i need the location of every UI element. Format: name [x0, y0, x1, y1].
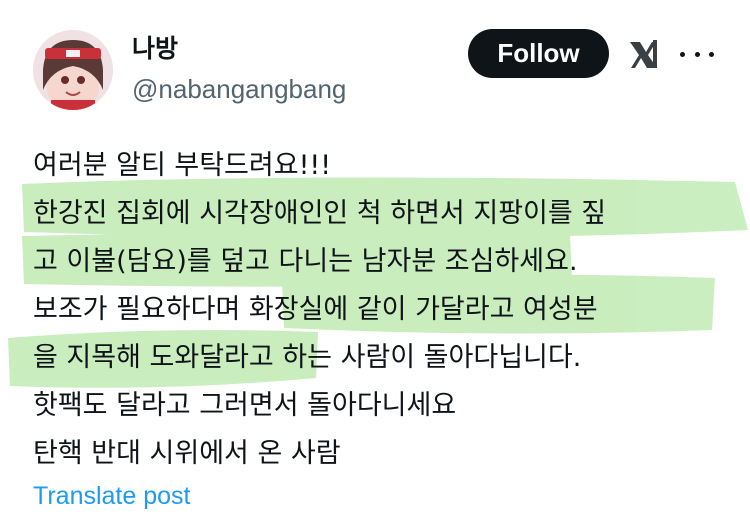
avatar[interactable] [33, 30, 113, 110]
avatar-image [33, 30, 113, 110]
tweet-line: 한강진 집회에 시각장애인인 척 하면서 지팡이를 짚 [33, 198, 607, 229]
tweet-text: 여러분 알티 부탁드려요!!! 한강진 집회에 시각장애인인 척 하면서 지팡이… [33, 142, 733, 478]
tweet-line: 을 지목해 도와달라고 하는 사람이 돌아다닙니다. [33, 342, 582, 373]
tweet-line: 탄핵 반대 시위에서 온 사람 [33, 438, 341, 469]
dot-icon [709, 51, 714, 57]
tweet-line: 보조가 필요하다며 화장실에 같이 가달라고 여성분 [33, 294, 598, 325]
follow-button[interactable]: Follow [468, 29, 609, 78]
more-options-icon[interactable] [680, 40, 714, 68]
dot-icon [680, 51, 685, 57]
display-name[interactable]: 나방 [132, 34, 178, 64]
dot-icon [694, 51, 700, 57]
translate-post-link[interactable]: Translate post [33, 480, 190, 512]
user-handle[interactable]: @nabangangbang [132, 74, 346, 104]
tweet-line: 여러분 알티 부탁드려요!!! [33, 150, 332, 181]
grok-icon[interactable] [626, 36, 662, 72]
tweet-line: 핫팩도 달라고 그러면서 돌아다니세요 [33, 390, 457, 421]
tweet-line: 고 이불(담요)를 덮고 다니는 남자분 조심하세요. [33, 246, 578, 277]
